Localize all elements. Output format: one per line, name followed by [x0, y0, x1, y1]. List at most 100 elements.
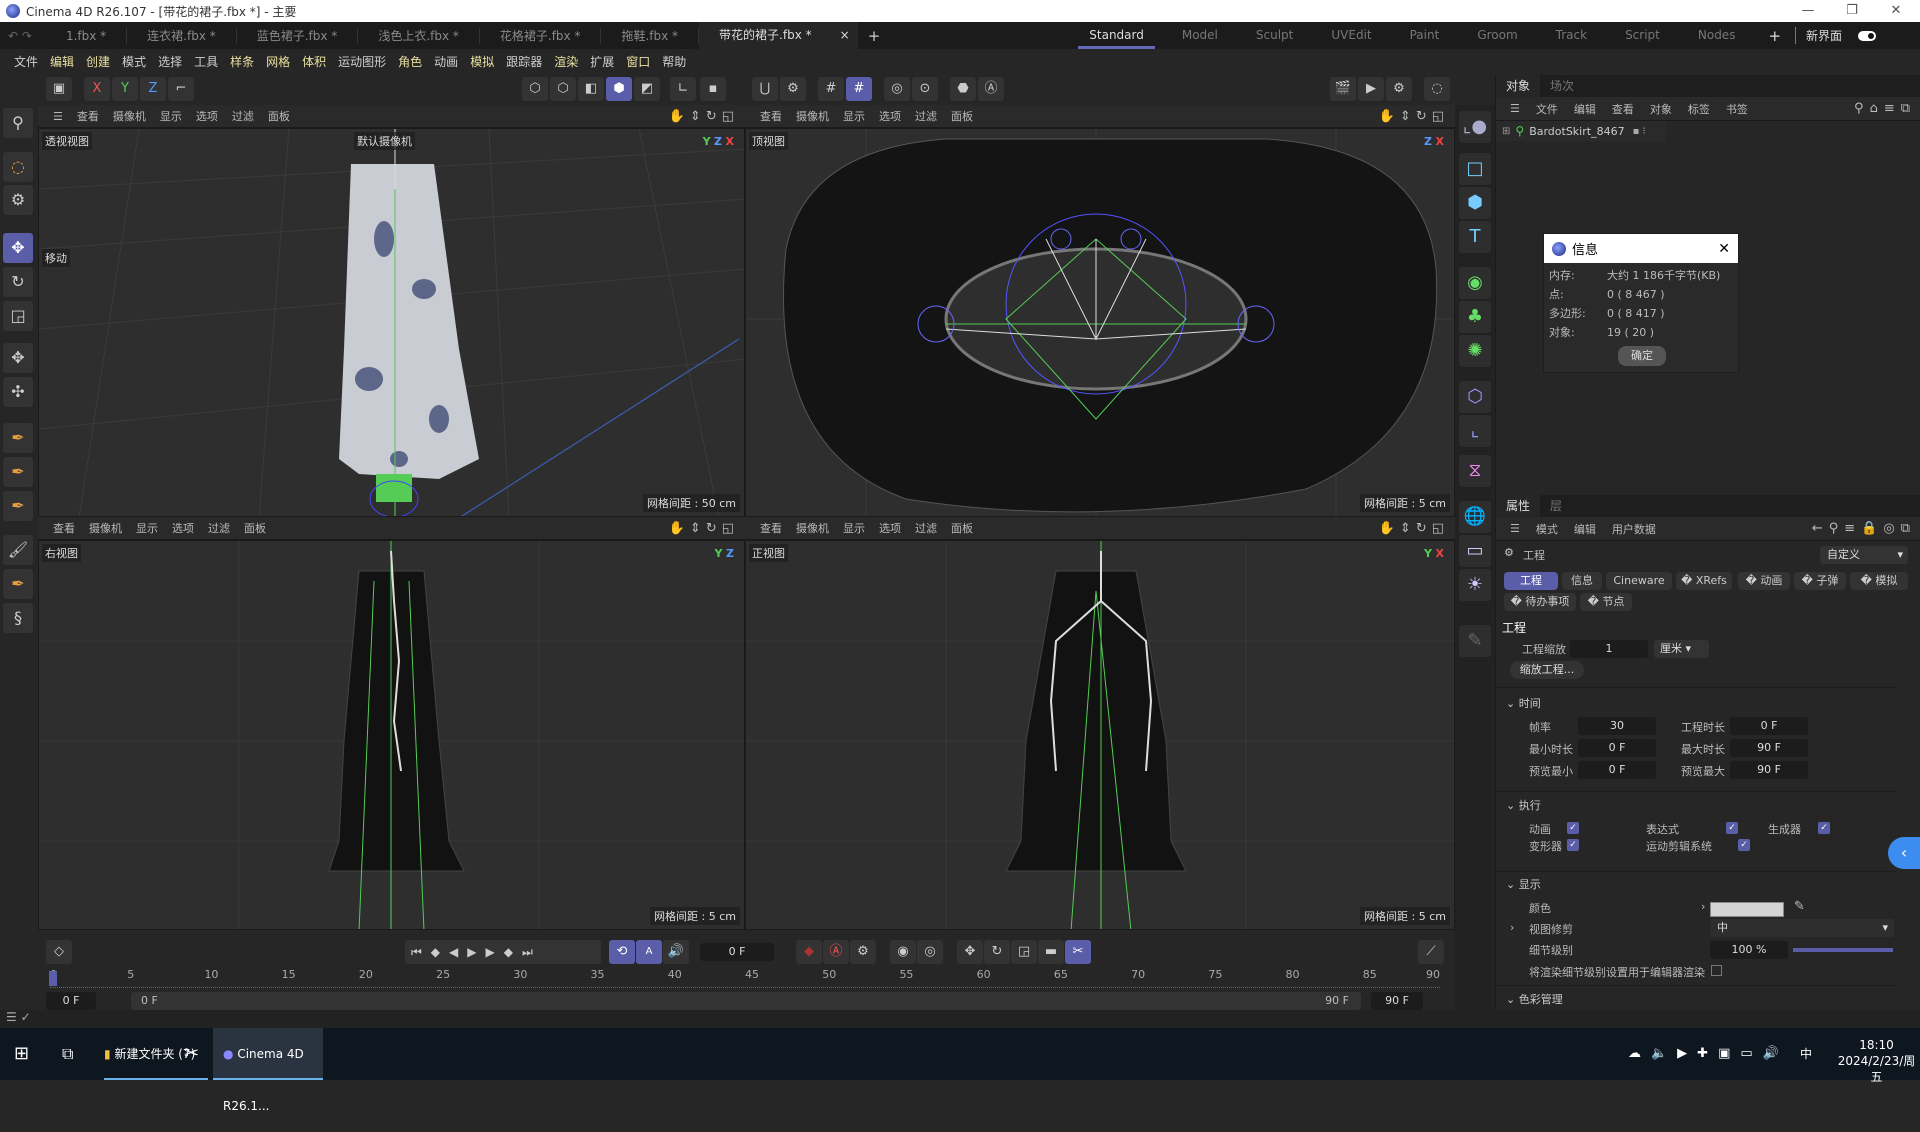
magnet-icon[interactable]: ⋃	[752, 77, 778, 101]
viewport-menu-item[interactable]: 过滤	[201, 520, 237, 536]
range-end[interactable]: 90 F	[1325, 992, 1349, 1010]
model-mode-icon[interactable]: ⬢	[606, 77, 632, 101]
attribute-menu-item[interactable]: 用户数据	[1604, 521, 1664, 537]
object-menu-item[interactable]: 文件	[1528, 101, 1566, 117]
key-settings-icon[interactable]: ⚙	[850, 940, 876, 964]
viewport-menu-item[interactable]: 选项	[872, 108, 908, 124]
polygons-mode-icon[interactable]: ◧	[578, 77, 604, 101]
eyedropper-icon[interactable]: ✎	[1794, 899, 1805, 914]
viewport-menu-item[interactable]: 摄像机	[82, 520, 129, 536]
menu-item[interactable]: 动画	[428, 53, 464, 70]
timeline-ruler[interactable]: 051015202530354045505560657075808590	[50, 968, 1440, 988]
subtab-8[interactable]: � 节点	[1580, 593, 1632, 611]
file-tab[interactable]: 连衣裙.fbx *	[127, 27, 237, 44]
range-start[interactable]: 0 F	[131, 994, 158, 1007]
layout-tab[interactable]: Nodes	[1679, 22, 1755, 49]
file-tab[interactable]: 拖鞋.fbx *	[601, 27, 700, 44]
key-param-icon[interactable]: ▬	[1038, 940, 1064, 964]
workplane-icon[interactable]: ◎	[884, 77, 910, 101]
status-icons[interactable]: ☰ ✓	[0, 1010, 31, 1024]
playback-controls[interactable]: ⏮◆◀▶▶◆⏭	[405, 940, 601, 964]
menu-item[interactable]: 体积	[296, 53, 332, 70]
settings-icon[interactable]: ⚙	[780, 77, 806, 101]
file-tab[interactable]: 花格裙子.fbx *	[480, 27, 602, 44]
menu-item[interactable]: 模拟	[464, 53, 500, 70]
texture-mode-icon[interactable]: ▪	[700, 77, 726, 101]
time-section[interactable]: ⌄ 时间	[1506, 695, 1541, 711]
field-icon[interactable]: ⌞	[1459, 415, 1491, 447]
viewport-menu-item[interactable]: 摄像机	[106, 108, 153, 124]
viewport-right[interactable]: 查看 摄像机 显示 选项 过滤 面板 ✋⇕↻◱ 右视图 Y Z 网格间距 : 5 cm	[38, 517, 745, 930]
camera-object-icon[interactable]: ▭	[1459, 535, 1491, 567]
playhead[interactable]	[49, 971, 57, 986]
file-tab[interactable]: 蓝色裙子.fbx *	[237, 27, 359, 44]
subtab-5[interactable]: � 子弹	[1794, 572, 1846, 590]
subtab-0[interactable]: 工程	[1504, 572, 1558, 590]
motion-icon[interactable]: ◎	[917, 940, 943, 964]
viewport-menu-item[interactable]: 面板	[261, 108, 297, 124]
menu-item[interactable]: 选择	[152, 53, 188, 70]
min-time-input[interactable]: 0 F	[1578, 739, 1656, 757]
key-position-icon[interactable]: ✥	[957, 940, 983, 964]
close-button[interactable]: ✕	[1874, 0, 1918, 22]
light-icon[interactable]: ◌	[1424, 77, 1450, 101]
effector-icon[interactable]: ✺	[1459, 335, 1491, 367]
grid-snap-icon[interactable]: #	[818, 77, 844, 101]
preview-min-input[interactable]: 0 F	[1578, 761, 1656, 779]
y-axis-lock[interactable]: Y	[112, 77, 138, 101]
menu-item[interactable]: 样条	[224, 53, 260, 70]
menu-item[interactable]: 网格	[260, 53, 296, 70]
key-scale-icon[interactable]: ◲	[1011, 940, 1037, 964]
color-management-section[interactable]: ⌄ 色彩管理	[1506, 991, 1563, 1007]
attribute-menu-item[interactable]: 编辑	[1566, 521, 1604, 537]
auto-render-icon[interactable]: Ⓐ	[978, 77, 1004, 101]
hamburger-icon[interactable]: ☰	[1502, 522, 1528, 535]
viewport-perspective[interactable]: ☰ 查看 摄像机 显示 选项 过滤 面板 ✋⇕↻◱ 透视视图 默认摄像机 移动 Y Z X 网…	[38, 105, 745, 517]
tab-objects[interactable]: 对象	[1496, 75, 1541, 97]
add-file-tab-button[interactable]: +	[858, 27, 891, 45]
viewport-menu-item[interactable]: 显示	[129, 520, 165, 536]
select-settings-icon[interactable]: ⚙	[3, 185, 33, 215]
file-tab[interactable]: 1.fbx *	[46, 27, 128, 44]
close-icon[interactable]: ✕	[1718, 241, 1730, 257]
layout-tab[interactable]: UVEdit	[1312, 22, 1390, 49]
menu-item[interactable]: 窗口	[620, 53, 656, 70]
render-view-icon[interactable]: ⬣	[950, 77, 976, 101]
menu-item[interactable]: 模式	[116, 53, 152, 70]
tab-attributes[interactable]: 属性	[1496, 495, 1541, 517]
record-icon[interactable]: ◆	[796, 940, 822, 964]
visibility-dots[interactable]: ▪ ⁝	[1633, 126, 1646, 137]
scale-tool-icon[interactable]: ◲	[3, 301, 33, 331]
viewport-menu-item[interactable]: 过滤	[225, 108, 261, 124]
snap-lock-icon[interactable]: #	[846, 77, 872, 101]
hamburger-icon[interactable]: ☰	[1502, 102, 1528, 115]
layout-tab[interactable]: Standard	[1070, 22, 1163, 49]
rotate-tool-icon[interactable]: ↻	[3, 267, 33, 297]
object-menu-item[interactable]: 查看	[1604, 101, 1642, 117]
expand-icon[interactable]: ⊞	[1502, 126, 1510, 137]
maximize-button[interactable]: ❐	[1830, 0, 1874, 22]
mouse-icon[interactable]: ◉	[890, 940, 916, 964]
viewport-nav-icons[interactable]: ✋⇕↻◱	[1379, 109, 1449, 124]
viewport-menu-item[interactable]: 过滤	[908, 108, 944, 124]
deformer-icon[interactable]: ⬡	[1459, 381, 1491, 413]
auto-key-mode-icon[interactable]: A	[636, 940, 662, 964]
search-icon[interactable]: ⚲	[3, 108, 33, 138]
transform-tool-icon[interactable]: ✥	[3, 343, 33, 373]
tab-takes[interactable]: 场次	[1540, 75, 1584, 97]
tray-icons[interactable]: ☁🔈▶✚▣▭🔊	[1628, 1028, 1789, 1080]
sketch-pen-icon[interactable]: ✒	[3, 569, 33, 599]
subtab-7[interactable]: � 待办事项	[1504, 593, 1576, 611]
task-view-icon[interactable]: ⧉	[62, 1028, 73, 1080]
viewport-nav-icons[interactable]: ✋⇕↻◱	[669, 521, 739, 536]
menu-item[interactable]: 工具	[188, 53, 224, 70]
file-tab[interactable]: 带花的裙子.fbx *	[699, 22, 832, 49]
display-section[interactable]: ⌄ 显示	[1506, 876, 1541, 892]
spline-pen-icon[interactable]: ✒	[3, 423, 33, 453]
menu-item[interactable]: 编辑	[44, 53, 80, 70]
max-time-input[interactable]: 90 F	[1730, 739, 1808, 757]
attribute-menu-item[interactable]: 模式	[1528, 521, 1566, 537]
loop-icon[interactable]: ⟲	[609, 940, 635, 964]
expand-color-icon[interactable]: ›	[1701, 900, 1705, 913]
viewport-menu-item[interactable]: 过滤	[908, 520, 944, 536]
